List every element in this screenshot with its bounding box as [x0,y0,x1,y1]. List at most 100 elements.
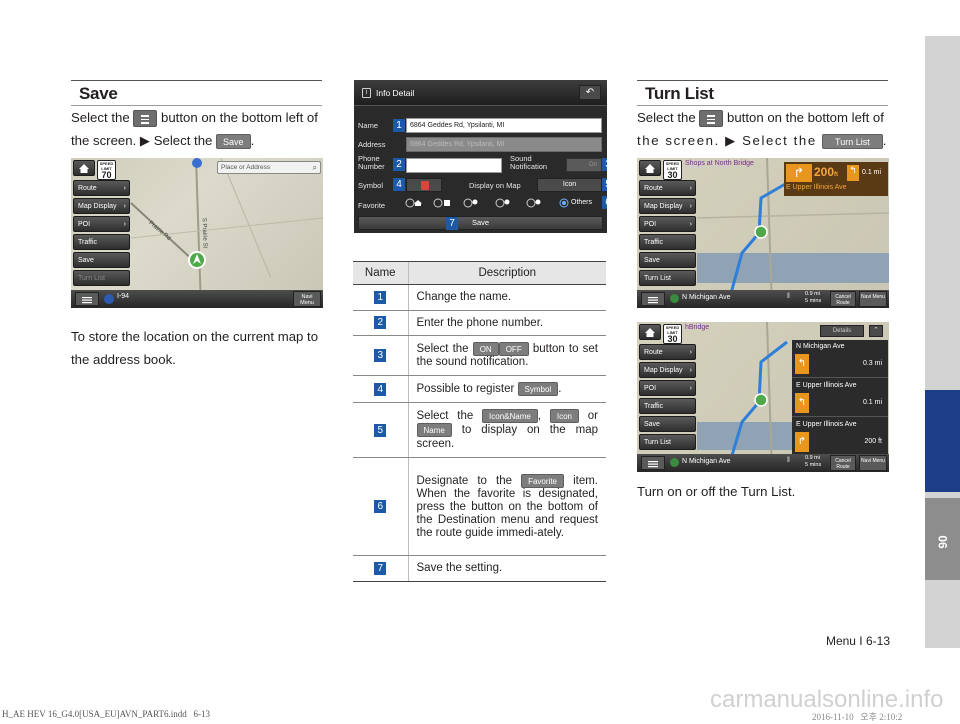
turn-list-section-title: Turn List [637,80,888,106]
turn-left-icon: ↰ [795,393,809,413]
row-desc-5: Select the Icon&Name, Icon or Name to di… [407,402,606,459]
menu-item-poi[interactable]: POI › [639,380,696,396]
eta-readout: 0.9 mi 5 mins [805,455,822,468]
navi-menu-button[interactable]: Navi Menu [859,291,887,307]
row-badge-7: 7 [374,561,387,575]
search-input[interactable]: Place or Address ⌕ [217,161,321,174]
navi-menu-button[interactable]: Navi Menu [859,455,887,471]
menu-list-icon [648,297,658,304]
row-badge-4: 4 [374,382,387,396]
table-row: 6 Designate to the Favorite item. When t… [353,457,606,557]
badge-5: 5 [602,178,607,191]
turn-right-icon: ↱ [795,432,809,452]
phone-field[interactable] [406,158,502,173]
address-label: Address [358,140,386,149]
table-row: 3 Select the ON OFF button to set the sou… [353,335,606,376]
menu-toggle-button[interactable] [641,456,665,470]
sound-toggle[interactable]: On [566,158,602,172]
menu-item-save[interactable]: Save [73,252,130,268]
menu-item-route[interactable]: Route › [639,180,696,196]
menu-item-route[interactable]: Route › [73,180,130,196]
turn-right-arrow-icon: ↱ [786,164,812,182]
name-field[interactable]: 6864 Geddes Rd, Ypsilanti, MI [406,118,602,133]
cancel-route-button[interactable]: Cancel Route [830,455,856,471]
symbol-selector[interactable] [406,178,442,192]
highway-shield-icon [104,294,114,304]
row-desc-3: Select the ON OFF button to set the sound… [407,335,606,376]
menu-list-icon [699,110,724,128]
table-row: 2 Enter the phone number. [353,310,606,336]
menu-item-traffic[interactable]: Traffic [639,398,696,414]
row-badge-2: 2 [374,316,387,330]
favorite-options[interactable]: Others [404,196,604,210]
turn-list-item[interactable]: N Michigan Ave ↰ 0.3 mi [792,340,888,378]
save-instructions: Select the button on the bottom left of … [71,110,318,150]
name-label: Name [358,121,379,130]
menu-item-traffic[interactable]: Traffic [639,234,696,250]
row-badge-1: 1 [374,290,387,304]
menu-item-route[interactable]: Route › [639,344,696,360]
home-button[interactable] [73,160,95,176]
details-button[interactable]: Details [820,325,864,337]
turn-list-item[interactable]: E Upper Illinois Ave ↰ 0.1 mi [792,379,888,417]
save-description: To store the location on the current map… [71,325,323,371]
badge-1: 1 [393,119,405,132]
current-road-label: I-94 [117,293,130,300]
row-badge-6: 6 [374,500,387,514]
info-detail-title: Info Detail [376,88,415,98]
badge-6: 6 [602,196,607,209]
expand-icon[interactable]: ⌃ [869,325,883,337]
home-button[interactable] [639,324,661,340]
display-on-map-selector[interactable]: Icon [537,178,602,192]
info-save-button[interactable]: Save [358,216,603,230]
menu-item-turn-list[interactable]: Turn List [639,434,696,450]
turn-list-description: Turn on or off the Turn List. [637,484,796,499]
home-button[interactable] [639,160,661,176]
favorite-chip: Favorite [521,473,564,488]
turn-list-item[interactable]: E Upper Illinois Ave ↱ 200 ft [792,418,888,454]
menu-item-turn-list[interactable]: Turn List [639,270,696,286]
chapter-number: 06 [935,535,950,549]
save-section-title: Save [71,80,322,106]
pause-icon: ‖ [787,293,790,300]
save-bottom-bar: I-94 Navi Menu [71,290,323,308]
menu-toggle-button[interactable] [75,292,99,306]
turn-left-icon: ↰ [795,354,809,374]
display-value: Icon [562,181,577,188]
table-header-row: Name Description [353,261,606,285]
save-desc-line2: the address book. [71,352,176,367]
badge-7: 7 [446,217,458,230]
turn-bottom-bar-2: N Michigan Ave ‖ 0.9 mi 5 mins Cancel Rou… [637,454,889,472]
address-field: 6864 Geddes Rd, Ypsilanti, MI [406,137,602,152]
table-row: 7 Save the setting. [353,555,606,582]
badge-3: 3 [602,158,607,171]
menu-item-traffic[interactable]: Traffic [73,234,130,250]
row-desc-7: Save the setting. [407,555,606,582]
save-map-screenshot: Prairie Rd S Prairie St SPEED LIMIT 70 P… [71,158,323,308]
table-row: 5 Select the Icon&Name, Icon or Name to … [353,402,606,459]
menu-item-save[interactable]: Save [639,252,696,268]
turn-list-chip: Turn List [822,134,883,150]
navi-menu-button[interactable]: Navi Menu [293,291,321,307]
menu-item-map-display[interactable]: Map Display › [73,198,130,214]
menu-item-poi[interactable]: POI › [639,216,696,232]
table-row: 1 Change the name. [353,284,606,311]
info-icon: i [362,88,371,98]
phone-label: Phone Number [358,154,385,171]
menu-item-turn-list[interactable]: Turn List [73,270,130,286]
menu-item-poi[interactable]: POI › [73,216,130,232]
home-icon [79,164,89,173]
menu-toggle-button[interactable] [641,292,665,306]
menu-list-icon [133,110,158,128]
speed-limit-sign: SPEED LIMIT 70 [97,160,116,180]
menu-item-map-display[interactable]: Map Display › [639,198,696,214]
menu-item-map-display[interactable]: Map Display › [639,362,696,378]
menu-item-save[interactable]: Save [639,416,696,432]
icon-chip: Icon [549,409,579,423]
home-icon [645,328,655,337]
favorite-others-label: Others [571,199,593,206]
cancel-route-button[interactable]: Cancel Route [830,291,856,307]
save-intro-a: Select the [71,110,130,125]
back-button[interactable]: ↶ [579,85,601,100]
save-chip: Save [216,134,251,150]
